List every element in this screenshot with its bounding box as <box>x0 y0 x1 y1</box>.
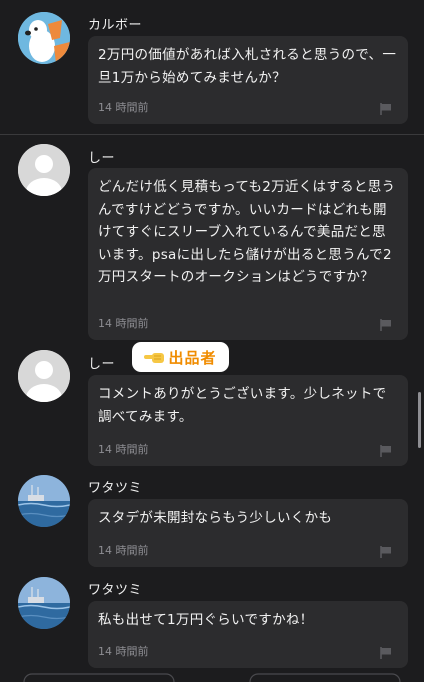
default-avatar-icon <box>18 144 70 196</box>
user-avatar[interactable] <box>18 12 70 64</box>
comment-username[interactable]: しー <box>88 353 115 372</box>
sea-avatar-icon <box>18 475 70 527</box>
comment-username[interactable]: ワタツミ <box>88 477 142 496</box>
comment-text: どんだけ低く見積もっても2万近くはすると思うんですけどどうですか。いいカードはど… <box>98 179 396 285</box>
comment-text: 私も出せて1万円ぐらいですかね！ <box>98 612 314 628</box>
pointing-hand-icon <box>144 353 165 363</box>
bottom-actions-edge <box>23 673 401 682</box>
report-flag-icon[interactable] <box>380 647 392 659</box>
comment-bubble: スタデが未開封ならもう少しいくかも 14 時間前 <box>88 499 408 567</box>
seller-badge: 出品者 <box>132 342 229 372</box>
dog-avatar-icon <box>18 12 70 64</box>
comment-timestamp: 14 時間前 <box>98 645 149 658</box>
comment-username[interactable]: しー <box>88 147 115 166</box>
comment-timestamp: 14 時間前 <box>98 443 149 456</box>
comment-bubble: コメントありがとうございます。少しネットで調べてみます。 14 時間前 <box>88 375 408 466</box>
user-avatar[interactable] <box>18 577 70 629</box>
comment-text: スタデが未開封ならもう少しいくかも <box>98 510 333 526</box>
comment-username[interactable]: ワタツミ <box>88 579 142 598</box>
comment-timestamp: 14 時間前 <box>98 544 149 557</box>
comment-bubble: 私も出せて1万円ぐらいですかね！ 14 時間前 <box>88 601 408 668</box>
report-flag-icon[interactable] <box>380 103 392 115</box>
comment-text: 2万円の価値があれば入札されると思うので、一旦1万から始めてみませんか？ <box>98 47 397 86</box>
comment-username[interactable]: カルボー <box>88 14 142 33</box>
seller-badge-label: 出品者 <box>168 348 217 367</box>
comment-bubble: どんだけ低く見積もっても2万近くはすると思うんですけどどうですか。いいカードはど… <box>88 168 408 340</box>
user-avatar[interactable] <box>18 475 70 527</box>
comment-timestamp: 14 時間前 <box>98 317 149 330</box>
comment-text: コメントありがとうございます。少しネットで調べてみます。 <box>98 386 387 425</box>
default-avatar-icon <box>18 350 70 402</box>
report-flag-icon[interactable] <box>380 445 392 457</box>
report-flag-icon[interactable] <box>380 546 392 558</box>
report-flag-icon[interactable] <box>380 319 392 331</box>
sea-avatar-icon <box>18 577 70 629</box>
comment-bubble: 2万円の価値があれば入札されると思うので、一旦1万から始めてみませんか？ 14 … <box>88 36 408 124</box>
user-avatar[interactable] <box>18 350 70 402</box>
comment-divider <box>0 134 424 135</box>
comment-timestamp: 14 時間前 <box>98 101 149 114</box>
scrollbar-thumb[interactable] <box>418 392 421 448</box>
user-avatar[interactable] <box>18 144 70 196</box>
